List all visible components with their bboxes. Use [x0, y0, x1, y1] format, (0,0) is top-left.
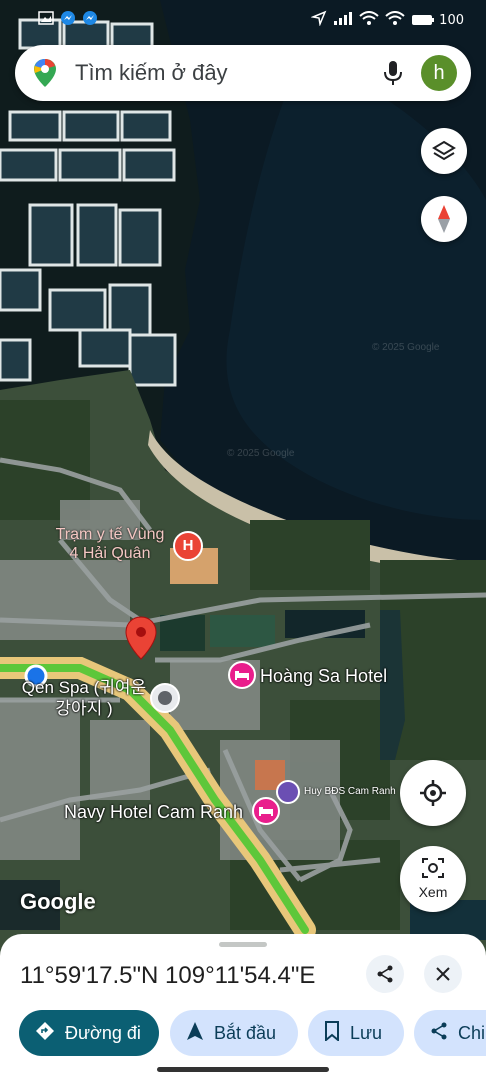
search-input[interactable]: Tìm kiếm ở đây — [75, 60, 228, 86]
map-label-medical[interactable]: Trạm y tế Vùng 4 Hải Quân — [40, 525, 180, 563]
map-copyright: © 2025 Google — [372, 342, 440, 353]
compass-icon — [436, 204, 452, 239]
directions-icon — [35, 1021, 55, 1046]
share-icon-button[interactable] — [366, 955, 404, 993]
share-button[interactable]: Chi — [414, 1010, 486, 1056]
share-label: Chi — [458, 1022, 486, 1043]
coordinates-title: 11°59'17.5"N 109°11'54.4"E — [20, 962, 316, 989]
status-bar: 100 — [0, 0, 486, 40]
directions-label: Đường đi — [65, 1022, 141, 1043]
close-icon — [436, 967, 450, 986]
save-button[interactable]: Lưu — [308, 1010, 404, 1056]
map-label-hoang-sa-hotel[interactable]: Hoàng Sa Hotel — [260, 666, 387, 687]
avatar[interactable]: h — [421, 55, 457, 91]
my-location-button[interactable] — [400, 760, 466, 826]
image-icon — [38, 11, 54, 29]
bottom-sheet[interactable]: 11°59'17.5"N 109°11'54.4"E Đường đi Bắt … — [0, 934, 486, 1080]
gesture-bar[interactable] — [157, 1067, 329, 1072]
share-icon — [376, 965, 394, 988]
wifi-icon — [359, 11, 379, 29]
search-bar[interactable]: Tìm kiếm ở đây h — [15, 45, 471, 101]
hotel-icon[interactable] — [252, 797, 280, 825]
crosshair-icon — [419, 779, 447, 812]
business-avatar-icon[interactable] — [276, 780, 300, 804]
battery-level: 100 — [439, 12, 464, 28]
drag-handle[interactable] — [219, 942, 267, 947]
microphone-icon[interactable] — [383, 60, 403, 91]
map-copyright: © 2025 Google — [227, 448, 295, 459]
camera-scan-icon — [421, 856, 445, 885]
hospital-icon[interactable]: H — [173, 531, 203, 561]
location-arrow-icon — [310, 10, 327, 30]
poi-marker-icon[interactable] — [150, 683, 180, 713]
save-label: Lưu — [350, 1022, 383, 1043]
close-button[interactable] — [424, 955, 462, 993]
layers-button[interactable] — [421, 128, 467, 174]
map-label-navy-hotel[interactable]: Navy Hotel Cam Ranh — [64, 802, 243, 823]
hotel-icon[interactable] — [228, 661, 256, 689]
start-label: Bắt đầu — [214, 1022, 277, 1043]
bookmark-icon — [324, 1020, 340, 1046]
navigation-arrow-icon — [186, 1021, 204, 1046]
wifi-icon — [385, 11, 405, 29]
share-icon — [430, 1022, 448, 1045]
view-label: Xem — [418, 884, 448, 900]
layers-icon — [432, 139, 456, 168]
signal-icon — [333, 11, 353, 29]
directions-button[interactable]: Đường đi — [19, 1010, 159, 1056]
start-button[interactable]: Bắt đầu — [170, 1010, 298, 1056]
map-label-spa[interactable]: Qen Spa (귀여운 강아지 ) — [14, 677, 154, 719]
battery-icon: 100 — [411, 13, 464, 28]
location-pin-icon[interactable] — [125, 616, 157, 665]
messenger-icon — [82, 10, 98, 30]
map-label-huy-bds[interactable]: Huy BĐS Cam Ranh — [304, 786, 396, 797]
compass-button[interactable] — [421, 196, 467, 242]
google-maps-logo-icon — [33, 58, 57, 93]
messenger-icon — [60, 10, 76, 30]
google-watermark: Google — [20, 889, 96, 914]
view-button[interactable]: Xem — [400, 846, 466, 912]
